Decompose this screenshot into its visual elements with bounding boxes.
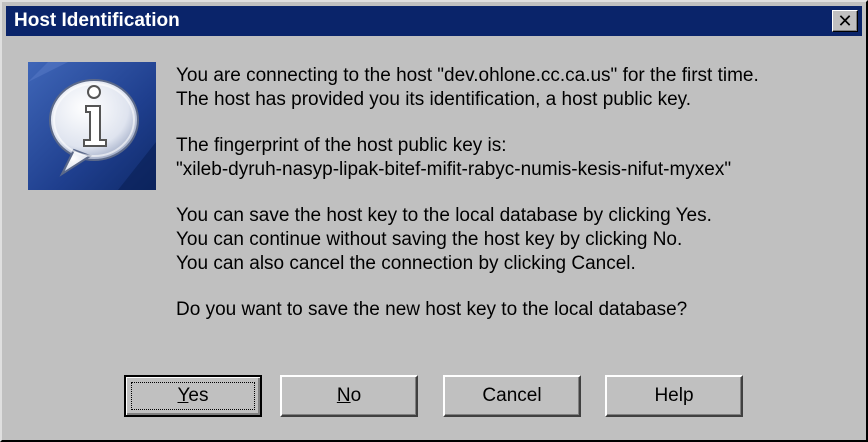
question-text: Do you want to save the new host key to … bbox=[176, 299, 688, 320]
help-button[interactable]: Help bbox=[605, 375, 743, 417]
focus-rectangle bbox=[131, 382, 255, 410]
message-text: You are connecting to the host "dev.ohlo… bbox=[176, 64, 846, 322]
yes-button[interactable]: Yes bbox=[124, 375, 262, 417]
message-line: You can save the host key to the local d… bbox=[176, 205, 712, 226]
fingerprint-value: "xileb-dyruh-nasyp-lipak-bitef-mifit-rab… bbox=[176, 159, 732, 180]
message-line: The host has provided you its identifica… bbox=[176, 89, 692, 110]
no-button[interactable]: No bbox=[280, 375, 418, 417]
info-icon bbox=[28, 62, 156, 190]
cancel-label: Cancel bbox=[482, 385, 542, 406]
dialog-title: Host Identification bbox=[14, 10, 180, 31]
message-line: You can continue without saving the host… bbox=[176, 229, 683, 250]
title-bar[interactable]: Host Identification ✕ bbox=[6, 6, 862, 36]
message-line: You are connecting to the host "dev.ohlo… bbox=[176, 65, 759, 86]
close-icon: ✕ bbox=[837, 11, 853, 31]
cancel-button[interactable]: Cancel bbox=[443, 375, 581, 417]
no-label: o bbox=[350, 385, 362, 406]
close-button[interactable]: ✕ bbox=[832, 10, 858, 32]
no-accelerator: N bbox=[336, 385, 351, 406]
help-label: Help bbox=[654, 385, 694, 406]
host-identification-dialog: Host Identification ✕ You are connecting… bbox=[0, 0, 868, 442]
fingerprint-label: The fingerprint of the host public key i… bbox=[176, 135, 507, 156]
message-line: You can also cancel the connection by cl… bbox=[176, 253, 636, 274]
